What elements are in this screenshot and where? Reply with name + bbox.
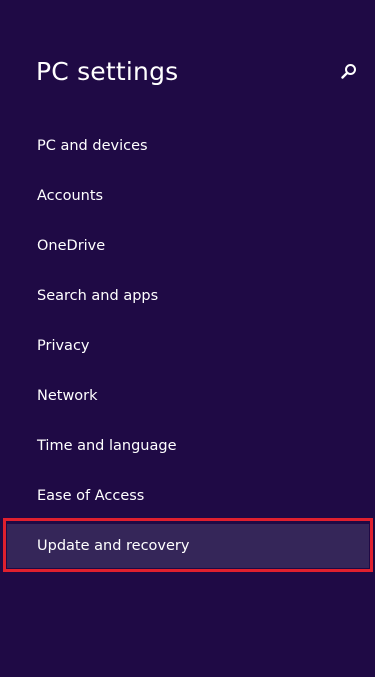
nav-item-label: PC and devices (37, 138, 148, 154)
nav-item-search-and-apps[interactable]: Search and apps (0, 271, 375, 321)
nav-item-ease-of-access[interactable]: Ease of Access (0, 471, 375, 521)
nav-item-label: Ease of Access (37, 488, 145, 504)
nav-item-label: Accounts (37, 188, 104, 204)
nav-item-label: Time and language (37, 438, 177, 454)
nav-item-accounts[interactable]: Accounts (0, 171, 375, 221)
nav-item-label: Search and apps (37, 288, 159, 304)
nav-item-privacy[interactable]: Privacy (0, 321, 375, 371)
search-icon (341, 64, 356, 79)
nav-item-label: Privacy (37, 338, 90, 354)
nav-item-time-and-language[interactable]: Time and language (0, 421, 375, 471)
nav-item-onedrive[interactable]: OneDrive (0, 221, 375, 271)
search-button[interactable] (338, 60, 360, 82)
settings-nav-list: PC and devices Accounts OneDrive Search … (0, 121, 375, 571)
nav-item-update-and-recovery[interactable]: Update and recovery (0, 521, 375, 571)
nav-item-label: Network (37, 388, 98, 404)
nav-item-label: Update and recovery (37, 538, 190, 554)
nav-item-label: OneDrive (37, 238, 106, 254)
nav-item-network[interactable]: Network (0, 371, 375, 421)
nav-item-pc-and-devices[interactable]: PC and devices (0, 121, 375, 171)
page-title: PC settings (36, 57, 179, 86)
